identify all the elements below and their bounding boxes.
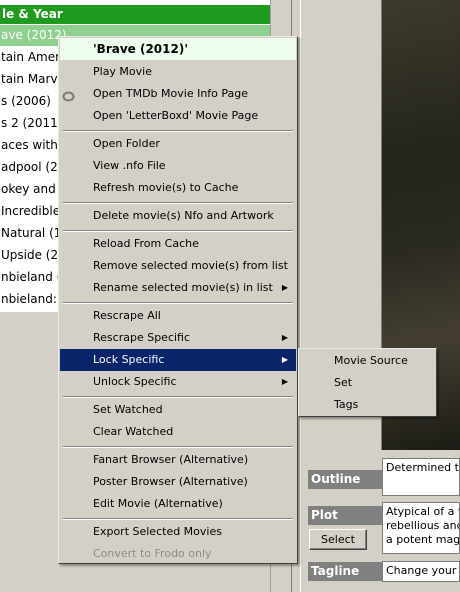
menu-item-label: Rename selected movie(s) in list — [93, 281, 273, 294]
menu-item-reload-cache[interactable]: Reload From Cache — [60, 233, 296, 255]
menu-item-remove-selected[interactable]: Remove selected movie(s) from list — [60, 255, 296, 277]
plot-line: Atypical of a tr — [386, 505, 460, 518]
menu-item-label: Rescrape Specific — [93, 331, 191, 344]
tagline-text[interactable]: Change your f — [382, 561, 460, 582]
menu-item-open-letterboxd[interactable]: Open 'LetterBoxd' Movie Page — [60, 105, 296, 127]
submenu-item-label: Movie Source — [334, 354, 408, 367]
triangle-right-icon: ▶ — [281, 283, 288, 292]
menu-item-label: Open TMDb Movie Info Page — [93, 87, 249, 100]
triangle-right-icon: ▶ — [281, 333, 288, 342]
plot-select-button[interactable]: Select — [309, 529, 367, 550]
menu-separator — [63, 446, 293, 448]
menu-item-label: Play Movie — [93, 65, 152, 78]
menu-item-refresh-cache[interactable]: Refresh movie(s) to Cache — [60, 177, 296, 199]
menu-item-label: View .nfo File — [93, 159, 166, 172]
menu-item-open-folder[interactable]: Open Folder — [60, 133, 296, 155]
menu-item-rescrape-all[interactable]: Rescrape All — [60, 305, 296, 327]
outline-label: Outline — [308, 470, 382, 489]
menu-item-label: Set Watched — [93, 403, 163, 416]
menu-separator — [63, 230, 293, 232]
list-header-title-year[interactable]: le & Year — [0, 5, 270, 24]
menu-separator — [63, 396, 293, 398]
menu-item-poster-browser[interactable]: Poster Browser (Alternative) — [60, 471, 296, 493]
menu-item-delete-nfo[interactable]: Delete movie(s) Nfo and Artwork — [60, 205, 296, 227]
submenu-item-movie-source[interactable]: Movie Source — [300, 350, 435, 372]
menu-item-view-nfo[interactable]: View .nfo File — [60, 155, 296, 177]
plot-text[interactable]: Atypical of a tr rebellious and a potent… — [382, 502, 460, 554]
submenu-item-set[interactable]: Set — [300, 372, 435, 394]
menu-item-label: Export Selected Movies — [93, 525, 222, 538]
menu-item-label: Edit Movie (Alternative) — [93, 497, 223, 510]
menu-item-lock-specific[interactable]: Lock Specific ▶ — [60, 349, 296, 371]
menu-item-label: Unlock Specific — [93, 375, 177, 388]
movie-context-menu: 'Brave (2012)' Play Movie Open TMDb Movi… — [58, 36, 298, 564]
menu-separator — [63, 202, 293, 204]
menu-item-label: Poster Browser (Alternative) — [93, 475, 248, 488]
menu-item-edit-movie[interactable]: Edit Movie (Alternative) — [60, 493, 296, 515]
menu-item-label: Remove selected movie(s) from list — [93, 259, 288, 272]
menu-item-rescrape-specific[interactable]: Rescrape Specific ▶ — [60, 327, 296, 349]
menu-item-play-movie[interactable]: Play Movie — [60, 61, 296, 83]
menu-separator — [63, 302, 293, 304]
submenu-item-tags[interactable]: Tags — [300, 394, 435, 416]
submenu-item-label: Tags — [334, 398, 359, 411]
triangle-right-icon: ▶ — [281, 355, 288, 364]
menu-item-convert-frodo: Convert to Frodo only — [60, 543, 296, 565]
menu-item-label: Delete movie(s) Nfo and Artwork — [93, 209, 274, 222]
menu-item-open-tmdb[interactable]: Open TMDb Movie Info Page — [60, 83, 296, 105]
menu-item-unlock-specific[interactable]: Unlock Specific ▶ — [60, 371, 296, 393]
menu-item-label: Refresh movie(s) to Cache — [93, 181, 239, 194]
lock-specific-submenu: Movie Source Set Tags — [298, 348, 437, 417]
plot-label: Plot — [308, 506, 382, 525]
menu-item-label: Convert to Frodo only — [93, 547, 212, 560]
submenu-item-label: Set — [334, 376, 353, 389]
plot-line: rebellious and — [386, 519, 460, 532]
menu-item-fanart-browser[interactable]: Fanart Browser (Alternative) — [60, 449, 296, 471]
plot-line: a potent magi — [386, 533, 460, 546]
menu-separator — [63, 518, 293, 520]
menu-item-label: Reload From Cache — [93, 237, 199, 250]
menu-item-clear-watched[interactable]: Clear Watched — [60, 421, 296, 443]
menu-separator — [63, 130, 293, 132]
menu-item-rename-selected[interactable]: Rename selected movie(s) in list ▶ — [60, 277, 296, 299]
menu-item-export-selected[interactable]: Export Selected Movies — [60, 521, 296, 543]
tmdb-icon — [62, 88, 75, 102]
menu-title-movie: 'Brave (2012)' — [60, 38, 296, 60]
menu-item-label: Clear Watched — [93, 425, 174, 438]
tagline-label: Tagline — [308, 562, 382, 581]
menu-item-label: Fanart Browser (Alternative) — [93, 453, 249, 466]
menu-item-label: Rescrape All — [93, 309, 161, 322]
menu-item-label: Open Folder — [93, 137, 160, 150]
outline-text[interactable]: Determined to — [382, 458, 460, 496]
triangle-right-icon: ▶ — [281, 377, 288, 386]
menu-item-label: Lock Specific — [93, 353, 165, 366]
menu-item-label: Open 'LetterBoxd' Movie Page — [93, 109, 259, 122]
movie-details-pane: Outline Determined to Plot Atypical of a… — [301, 0, 460, 592]
menu-item-set-watched[interactable]: Set Watched — [60, 399, 296, 421]
